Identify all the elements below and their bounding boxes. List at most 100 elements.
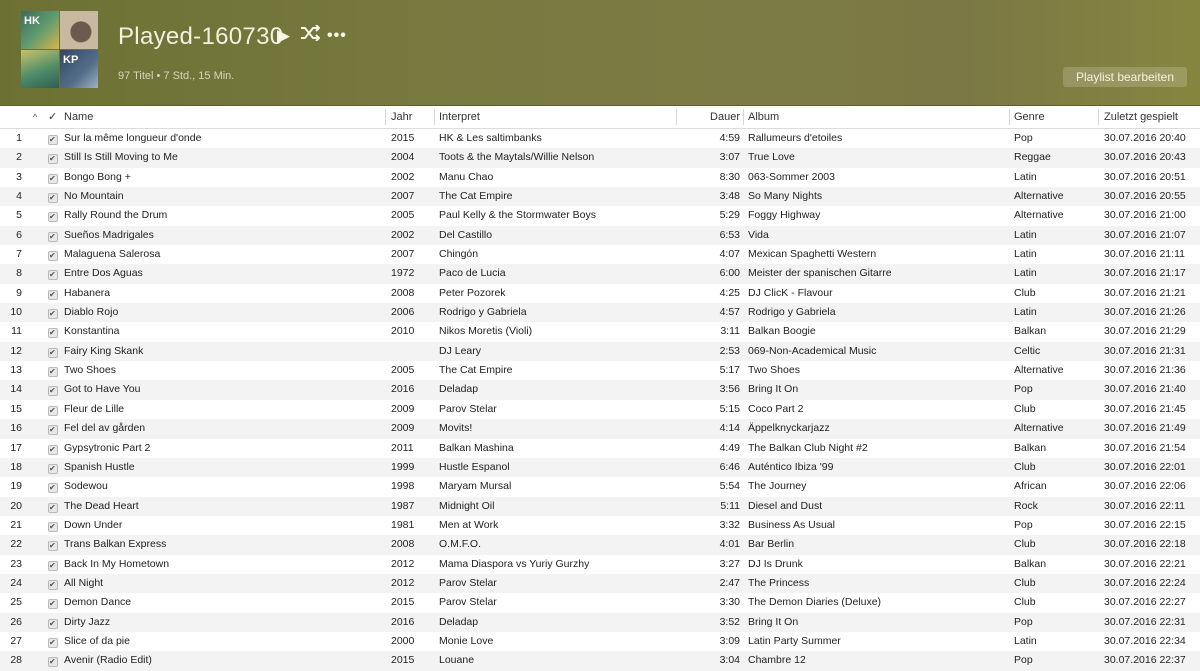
track-checkbox[interactable]	[48, 579, 58, 590]
track-row[interactable]: 4 No Mountain 2007 The Cat Empire 3:48 So Man…	[0, 187, 1200, 207]
track-row[interactable]: 7 Malaguena Salerosa 2007 Chingón 4:07 Mexica…	[0, 245, 1200, 264]
track-checkbox[interactable]	[48, 425, 58, 436]
track-row[interactable]: 20 The Dead Heart 1987 Midnight Oil 5:11 Dies…	[0, 496, 1200, 516]
column-divider[interactable]	[1009, 109, 1010, 125]
track-checkbox[interactable]	[48, 618, 58, 629]
track-checkbox[interactable]	[48, 328, 58, 339]
track-name: Two Shoes	[64, 364, 116, 377]
track-checkbox[interactable]	[48, 347, 58, 358]
track-year: 2012	[391, 557, 415, 570]
track-row[interactable]: 8 Entre Dos Aguas 1972 Paco de Lucia 6:00 Mei…	[0, 264, 1200, 284]
track-row[interactable]: 21 Down Under 1981 Men at Work 3:32 Business …	[0, 516, 1200, 535]
track-genre: Balkan	[1014, 325, 1047, 338]
track-row[interactable]: 19 Sodewou 1998 Maryam Mursal 5:54 The Journe…	[0, 477, 1200, 496]
track-row[interactable]: 11 Konstantina 2010 Nikos Moretis (Violi) 3:…	[0, 322, 1200, 341]
track-checkbox[interactable]	[48, 521, 58, 532]
column-check[interactable]: ✓	[48, 106, 57, 128]
track-checkbox[interactable]	[48, 386, 58, 397]
track-checkbox[interactable]	[48, 173, 58, 184]
track-checkbox[interactable]	[48, 405, 58, 416]
track-last-played: 30.07.2016 21:31	[1104, 344, 1186, 357]
track-row[interactable]: 12 Fairy King Skank DJ Leary 2:53 069-Non-Ac…	[0, 341, 1200, 362]
track-year: 2015	[391, 132, 415, 144]
track-checkbox[interactable]	[48, 444, 58, 455]
sort-indicator-icon[interactable]: ^	[33, 106, 37, 128]
track-row[interactable]: 22 Trans Balkan Express 2008 O.M.F.O. 4:01 Ba…	[0, 535, 1200, 555]
track-genre: Latin	[1014, 634, 1037, 647]
column-divider[interactable]	[385, 109, 386, 125]
more-icon[interactable]: •••	[327, 25, 347, 47]
track-last-played: 30.07.2016 21:45	[1104, 402, 1186, 415]
track-row[interactable]: 27 Slice of da pie 2000 Monie Love 3:09 Latin…	[0, 632, 1200, 651]
track-genre: Alternative	[1014, 422, 1064, 435]
track-last-played: 30.07.2016 22:18	[1104, 538, 1186, 551]
track-row[interactable]: 17 Gypsytronic Part 2 2011 Balkan Mashina 4:…	[0, 439, 1200, 458]
track-artist: Manu Chao	[439, 170, 494, 183]
track-row[interactable]: 25 Demon Dance 2015 Parov Stelar 3:30 The Dem…	[0, 593, 1200, 612]
column-divider[interactable]	[434, 109, 435, 125]
track-checkbox[interactable]	[48, 560, 58, 571]
track-row[interactable]: 5 Rally Round the Drum 2005 Paul Kelly & th…	[0, 206, 1200, 225]
shuffle-icon[interactable]	[300, 24, 321, 47]
track-duration: 4:57	[719, 306, 740, 319]
track-checkbox[interactable]	[48, 367, 58, 378]
track-genre: Latin	[1014, 170, 1037, 183]
track-year: 2005	[391, 209, 415, 222]
track-row[interactable]: 24 All Night 2012 Parov Stelar 2:47 The Princ…	[0, 573, 1200, 594]
track-checkbox[interactable]	[48, 135, 58, 145]
track-checkbox[interactable]	[48, 541, 58, 552]
track-row[interactable]: 1 Sur la même longueur d'onde 2015 HK & Les…	[0, 129, 1200, 148]
track-row[interactable]: 23 Back In My Hometown 2012 Mama Diaspora v…	[0, 555, 1200, 574]
edit-playlist-button[interactable]: Playlist bearbeiten	[1063, 67, 1187, 87]
track-name: All Night	[64, 576, 104, 589]
track-row[interactable]: 14 Got to Have You 2016 Deladap 3:56 Bring It…	[0, 380, 1200, 400]
column-album[interactable]: Album	[748, 106, 779, 128]
track-checkbox[interactable]	[48, 463, 58, 474]
track-checkbox[interactable]	[48, 483, 58, 494]
track-checkbox[interactable]	[48, 231, 58, 242]
track-row[interactable]: 15 Fleur de Lille 2009 Parov Stelar 5:15 Coco…	[0, 400, 1200, 419]
track-checkbox[interactable]	[48, 637, 58, 648]
playlist-artwork: HK KP	[21, 11, 98, 88]
track-checkbox[interactable]	[48, 270, 58, 281]
track-number: 12	[10, 344, 22, 357]
track-row[interactable]: 6 Sueños Madrigales 2002 Del Castillo 6:53 Vi…	[0, 225, 1200, 246]
track-row[interactable]: 10 Diablo Rojo 2006 Rodrigo y Gabriela 4:57 R…	[0, 303, 1200, 323]
track-album: Meister der spanischen Gitarre	[748, 267, 892, 280]
track-number: 14	[10, 383, 22, 396]
track-number: 11	[11, 325, 22, 338]
track-checkbox[interactable]	[48, 154, 58, 165]
track-name: Demon Dance	[64, 596, 132, 609]
track-checkbox[interactable]	[48, 289, 58, 300]
track-row[interactable]: 28 Avenir (Radio Edit) 2015 Louane 3:04 Chamb…	[0, 651, 1200, 671]
column-artist[interactable]: Interpret	[439, 106, 480, 128]
column-year[interactable]: Jahr	[391, 106, 412, 128]
track-artist: HK & Les saltimbanks	[439, 132, 542, 144]
column-genre[interactable]: Genre	[1014, 106, 1045, 128]
track-checkbox[interactable]	[48, 502, 58, 513]
play-icon[interactable]: ▶	[277, 25, 290, 47]
track-row[interactable]: 9 Habanera 2008 Peter Pozorek 4:25 DJ ClicK -…	[0, 284, 1200, 303]
track-duration: 4:25	[719, 286, 740, 299]
track-genre: Balkan	[1014, 557, 1047, 570]
column-last-played[interactable]: Zuletzt gespielt	[1104, 106, 1178, 128]
track-number: 6	[16, 228, 22, 241]
track-row[interactable]: 2 Still Is Still Moving to Me 2004 Toots & …	[0, 148, 1200, 168]
track-checkbox[interactable]	[48, 251, 58, 262]
column-divider[interactable]	[743, 109, 744, 125]
track-checkbox[interactable]	[48, 309, 58, 320]
track-checkbox[interactable]	[48, 193, 58, 204]
track-row[interactable]: 18 Spanish Hustle 1999 Hustle Espanol 6:46 Au…	[0, 457, 1200, 478]
column-duration[interactable]: Dauer	[680, 106, 740, 128]
track-row[interactable]: 3 Bongo Bong + 2002 Manu Chao 8:30 063-Sommer…	[0, 168, 1200, 187]
track-row[interactable]: 13 Two Shoes 2005 The Cat Empire 5:17 Two Sho…	[0, 361, 1200, 380]
track-row[interactable]: 16 Fel del av gården 2009 Movits! 4:14 Äppelk…	[0, 419, 1200, 439]
column-divider[interactable]	[676, 109, 677, 125]
track-checkbox[interactable]	[48, 657, 58, 668]
track-checkbox[interactable]	[48, 212, 58, 223]
track-checkbox[interactable]	[48, 599, 58, 610]
column-divider[interactable]	[1098, 109, 1099, 125]
column-name[interactable]: Name	[64, 106, 93, 128]
track-row[interactable]: 26 Dirty Jazz 2016 Deladap 3:52 Bring It On Po…	[0, 612, 1200, 632]
track-duration: 6:53	[719, 228, 740, 241]
